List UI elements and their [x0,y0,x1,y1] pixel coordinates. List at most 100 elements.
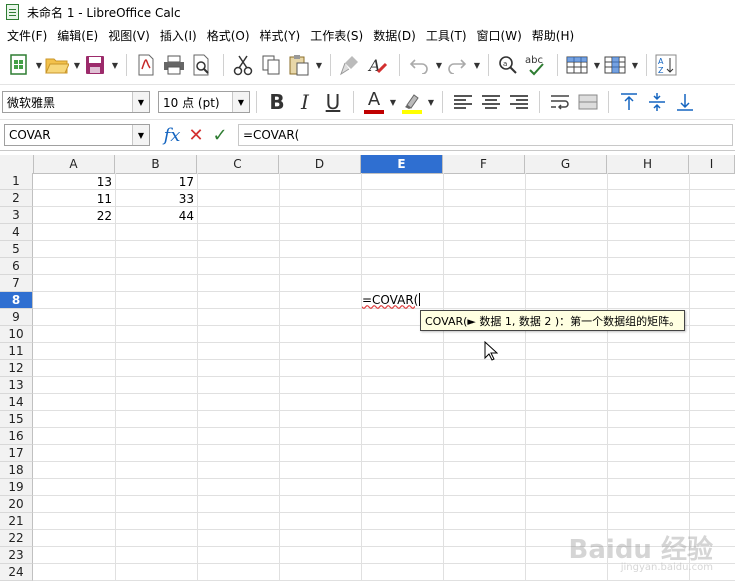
column-header[interactable]: A [33,155,115,173]
row-header[interactable]: 9 [0,309,33,326]
menu-tools[interactable]: 工具(T) [421,27,472,44]
redo-icon[interactable] [444,52,470,78]
row-header[interactable]: 7 [0,275,33,292]
align-top-button[interactable] [615,88,643,116]
open-folder-icon[interactable] [44,52,70,78]
redo-dropdown-icon[interactable]: ▼ [472,61,482,70]
row-header[interactable]: 11 [0,343,33,360]
center-vertically-button[interactable] [643,88,671,116]
column-dropdown-icon[interactable]: ▼ [630,61,640,70]
align-right-button[interactable] [505,88,533,116]
row-header[interactable]: 10 [0,326,33,343]
spelling-icon[interactable]: abc [523,52,549,78]
active-cell-e8[interactable]: =COVAR( [361,291,421,308]
row-header[interactable]: 13 [0,377,33,394]
column-header[interactable]: I [689,155,735,173]
print-icon[interactable] [161,52,187,78]
undo-dropdown-icon[interactable]: ▼ [434,61,444,70]
column-header[interactable]: G [525,155,607,173]
row-header[interactable]: 5 [0,241,33,258]
chevron-down-icon[interactable]: ▼ [232,92,249,112]
menu-data[interactable]: 数据(D) [368,27,421,44]
highlight-color-button[interactable] [398,88,426,116]
row-header[interactable]: 14 [0,394,33,411]
chevron-down-icon[interactable]: ▼ [132,125,149,145]
row-header[interactable]: 23 [0,547,33,564]
menu-styles[interactable]: 样式(Y) [255,27,306,44]
paste-dropdown-icon[interactable]: ▼ [314,61,324,70]
save-icon[interactable] [82,52,108,78]
row-header[interactable]: 3 [0,207,33,224]
menu-format[interactable]: 格式(O) [202,27,255,44]
menu-window[interactable]: 窗口(W) [472,27,527,44]
clone-formatting-icon[interactable] [337,52,363,78]
function-wizard-button[interactable]: fx [160,123,184,147]
chevron-down-icon[interactable]: ▼ [132,92,149,112]
row-icon[interactable] [564,52,590,78]
align-left-button[interactable] [449,88,477,116]
row-header[interactable]: 22 [0,530,33,547]
row-header[interactable]: 17 [0,445,33,462]
row-header[interactable]: 18 [0,462,33,479]
find-replace-icon[interactable]: a [495,52,521,78]
column-header[interactable]: D [279,155,361,173]
select-all-corner[interactable] [0,155,34,173]
cell-a1[interactable]: 13 [33,173,115,190]
cell-a2[interactable]: 11 [33,190,115,207]
row-dropdown-icon[interactable]: ▼ [592,61,602,70]
underline-button[interactable]: U [319,88,347,116]
clear-formatting-icon[interactable]: A [365,52,391,78]
row-header[interactable]: 6 [0,258,33,275]
row-header[interactable]: 2 [0,190,33,207]
align-center-button[interactable] [477,88,505,116]
highlight-dropdown-icon[interactable]: ▼ [426,98,436,107]
undo-icon[interactable] [406,52,432,78]
column-header[interactable]: B [115,155,197,173]
row-header[interactable]: 16 [0,428,33,445]
menu-view[interactable]: 视图(V) [103,27,155,44]
export-pdf-icon[interactable] [133,52,159,78]
row-header[interactable]: 1 [0,173,33,190]
column-header[interactable]: C [197,155,279,173]
font-color-dropdown-icon[interactable]: ▼ [388,98,398,107]
merge-cells-button[interactable] [574,88,602,116]
sort-ascending-icon[interactable]: AZ [653,52,679,78]
new-dropdown-icon[interactable]: ▼ [34,61,44,70]
spreadsheet-grid[interactable]: A B C D E F G H I 1 2 3 4 5 6 7 8 9 10 1… [0,155,735,581]
align-bottom-button[interactable] [671,88,699,116]
font-color-button[interactable]: A [360,88,388,116]
row-header[interactable]: 12 [0,360,33,377]
formula-input[interactable]: =COVAR( [238,124,733,146]
open-dropdown-icon[interactable]: ▼ [72,61,82,70]
cell-b3[interactable]: 44 [115,207,197,224]
column-header[interactable]: F [443,155,525,173]
row-header-selected[interactable]: 8 [0,292,33,309]
name-box[interactable]: COVAR ▼ [4,124,150,146]
cell-b1[interactable]: 17 [115,173,197,190]
menu-help[interactable]: 帮助(H) [527,27,579,44]
paste-icon[interactable] [286,52,312,78]
row-header[interactable]: 4 [0,224,33,241]
print-preview-icon[interactable] [189,52,215,78]
menu-sheet[interactable]: 工作表(S) [305,27,368,44]
row-header[interactable]: 15 [0,411,33,428]
column-icon[interactable] [602,52,628,78]
save-dropdown-icon[interactable]: ▼ [110,61,120,70]
row-header[interactable]: 20 [0,496,33,513]
bold-button[interactable]: B [263,88,291,116]
font-name-combo[interactable]: 微软雅黑 ▼ [2,91,150,113]
cell-b2[interactable]: 33 [115,190,197,207]
cut-icon[interactable] [230,52,256,78]
new-document-icon[interactable] [6,52,32,78]
menu-edit[interactable]: 编辑(E) [52,27,103,44]
menu-insert[interactable]: 插入(I) [155,27,202,44]
copy-icon[interactable] [258,52,284,78]
cell-a3[interactable]: 22 [33,207,115,224]
font-size-combo[interactable]: 10 点 (pt) ▼ [158,91,250,113]
row-header[interactable]: 19 [0,479,33,496]
wrap-text-button[interactable] [546,88,574,116]
accept-icon[interactable]: ✓ [208,123,232,147]
column-header[interactable]: H [607,155,689,173]
row-header[interactable]: 24 [0,564,33,581]
cancel-icon[interactable]: ✕ [184,123,208,147]
